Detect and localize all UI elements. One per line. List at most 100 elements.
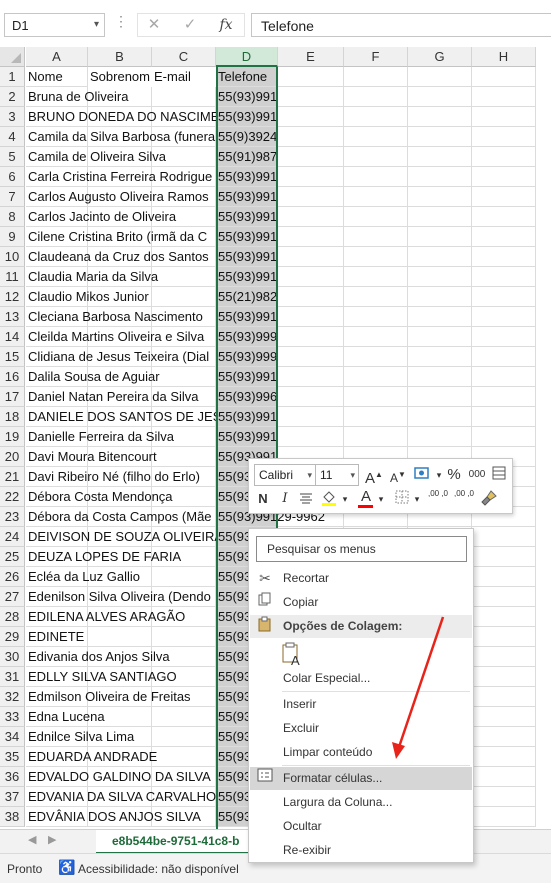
cell-e[interactable] [278,367,344,387]
cell-e[interactable] [278,167,344,187]
menu-item-reexibir[interactable]: Re-exibir [250,839,472,862]
borders-icon[interactable] [393,489,411,509]
paste-keep-text-icon[interactable]: A [281,641,305,668]
cell-f[interactable] [344,127,408,147]
cell-h[interactable] [472,247,536,267]
menu-item-recortar[interactable]: ✂ Recortar [250,567,472,590]
row-header[interactable]: 35 [0,747,25,767]
close-icon[interactable]: ✕ [142,13,166,37]
cell-h[interactable] [472,287,536,307]
cell-g[interactable] [408,407,472,427]
cell-h[interactable] [472,567,536,587]
cell-f[interactable] [344,287,408,307]
column-header-d[interactable]: D [216,47,278,67]
fill-color-icon[interactable] [319,489,339,509]
decrease-decimal-button[interactable]: ,00 ,0 [453,489,475,509]
brush-icon[interactable] [479,489,499,509]
row-header[interactable]: 13 [0,307,25,327]
cell-h[interactable] [472,807,536,827]
chevron-down-icon[interactable]: ▾ [413,489,421,509]
cell-e[interactable] [278,87,344,107]
chevron-down-icon[interactable]: ▾ [341,489,349,509]
row-header[interactable]: 38 [0,807,25,827]
cell-g[interactable] [408,187,472,207]
chevron-down-icon[interactable]: ▾ [435,465,443,485]
cell-h[interactable] [472,187,536,207]
cell-g[interactable] [408,287,472,307]
column-header-c[interactable]: C [152,47,216,67]
row-header[interactable]: 26 [0,567,25,587]
cell-h[interactable] [472,427,536,447]
cell-e[interactable] [278,67,344,87]
row-header[interactable]: 10 [0,247,25,267]
name-box[interactable]: D1 ▾ [4,13,105,37]
cell-h[interactable] [472,587,536,607]
cell-h[interactable] [472,107,536,127]
row-header[interactable]: 36 [0,767,25,787]
check-icon[interactable]: ✓ [178,13,202,37]
cell-g[interactable] [408,327,472,347]
cell-f[interactable] [344,227,408,247]
cell-h[interactable] [472,787,536,807]
cell-e[interactable] [278,127,344,147]
row-header[interactable]: 23 [0,507,25,527]
cell-h[interactable] [472,667,536,687]
cell-f[interactable] [344,427,408,447]
increase-decimal-button[interactable]: ,00 ,0 [427,489,449,509]
cell-e[interactable] [278,227,344,247]
cell-g[interactable] [408,207,472,227]
cell-h[interactable] [472,327,536,347]
percent-style-button[interactable]: % [445,465,463,485]
cell-g[interactable] [408,67,472,87]
cell-g[interactable] [408,167,472,187]
cell-f[interactable] [344,367,408,387]
row-header[interactable]: 9 [0,227,25,247]
cell-h[interactable] [472,767,536,787]
chevron-down-icon[interactable]: ▾ [350,465,355,485]
cell-g[interactable] [408,387,472,407]
cell-f[interactable] [344,147,408,167]
cell-e[interactable] [278,427,344,447]
menu-search-input[interactable]: Pesquisar os menus [256,536,467,562]
column-header-h[interactable]: H [472,47,536,67]
cell-h[interactable] [472,627,536,647]
cell-h[interactable] [472,547,536,567]
cell-e[interactable] [278,287,344,307]
cell-g[interactable] [408,147,472,167]
row-header[interactable]: 16 [0,367,25,387]
menu-item-colar-especial[interactable]: Colar Especial... [250,667,472,690]
cell-e[interactable] [278,187,344,207]
cell-h[interactable] [472,387,536,407]
cell-h[interactable] [472,267,536,287]
row-header[interactable]: 31 [0,667,25,687]
cell-f[interactable] [344,387,408,407]
row-header[interactable]: 20 [0,447,25,467]
row-header[interactable]: 8 [0,207,25,227]
cell-g[interactable] [408,87,472,107]
cell-e[interactable] [278,407,344,427]
cell-g[interactable] [408,107,472,127]
formula-input[interactable]: Telefone [251,13,551,37]
cell-e[interactable] [278,147,344,167]
cell-e[interactable] [278,307,344,327]
cell-f[interactable] [344,187,408,207]
row-header[interactable]: 7 [0,187,25,207]
cell-h[interactable] [472,607,536,627]
cell-g[interactable] [408,267,472,287]
cell-e[interactable] [278,327,344,347]
scroll-right-icon[interactable]: ▶ [48,833,56,846]
cell-h[interactable] [472,687,536,707]
cell-f[interactable] [344,327,408,347]
align-center-icon[interactable] [297,489,315,509]
row-header[interactable]: 2 [0,87,25,107]
cell-g[interactable] [408,367,472,387]
row-header[interactable]: 22 [0,487,25,507]
cell-h[interactable] [472,527,536,547]
menu-item-copiar[interactable]: Copiar [250,591,472,614]
sheet-tab[interactable]: e8b544be-9751-41c8-b [96,830,248,854]
cell-g[interactable] [408,427,472,447]
menu-item-ocultar[interactable]: Ocultar [250,815,472,838]
row-header[interactable]: 5 [0,147,25,167]
row-header[interactable]: 18 [0,407,25,427]
cell-h[interactable] [472,227,536,247]
